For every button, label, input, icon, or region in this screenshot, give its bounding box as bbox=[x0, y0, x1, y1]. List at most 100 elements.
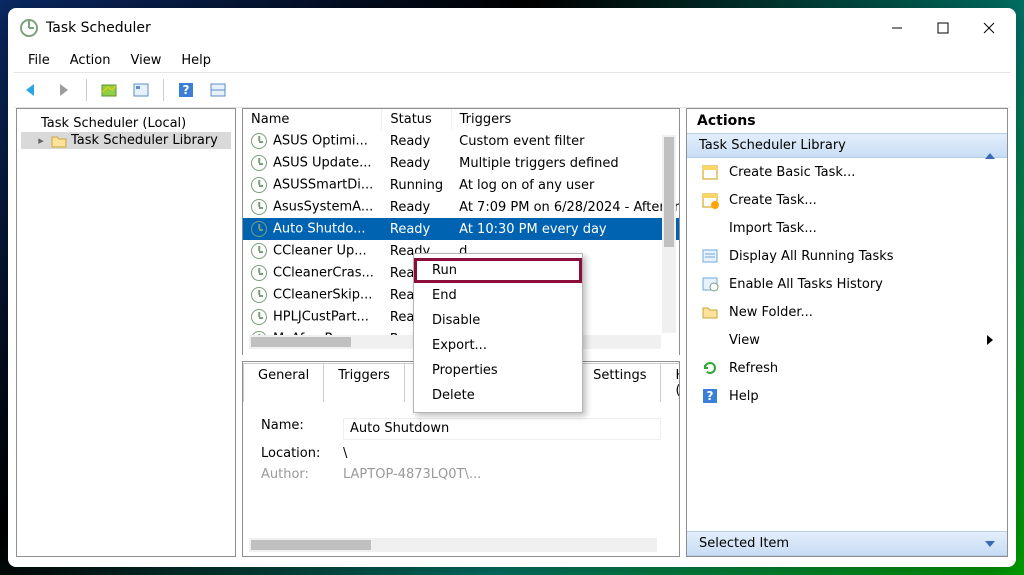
table-row[interactable]: ASUSSmartDi...RunningAt log on of any us… bbox=[243, 174, 680, 196]
action-help[interactable]: ?Help bbox=[687, 382, 1007, 410]
table-row[interactable]: ASUS Optimi... ReadyCustom event filter bbox=[243, 130, 680, 152]
task-triggers: At 7:09 PM on 6/28/2024 - After trigg bbox=[451, 196, 680, 218]
refresh-icon bbox=[701, 359, 719, 377]
toolbar: ? bbox=[8, 73, 1016, 107]
clock-icon bbox=[251, 155, 267, 171]
task-status: Ready bbox=[382, 196, 451, 218]
blank-icon bbox=[701, 331, 719, 349]
tab-general[interactable]: General bbox=[243, 363, 324, 402]
task-name: AsusSystemA... bbox=[273, 200, 373, 215]
action-enable-all-tasks-history[interactable]: Enable All Tasks History bbox=[687, 270, 1007, 298]
actions-section-label: Selected Item bbox=[699, 536, 789, 551]
help-icon: ? bbox=[701, 387, 719, 405]
chevron-right-icon bbox=[987, 335, 993, 345]
clock-icon bbox=[251, 287, 267, 303]
task-triggers: At 10:30 PM every day bbox=[451, 218, 680, 240]
task-status: Ready bbox=[382, 218, 451, 240]
action-label: View bbox=[729, 333, 760, 348]
detail-name-value[interactable]: Auto Shutdown bbox=[343, 418, 661, 440]
detail-name-label: Name: bbox=[261, 418, 343, 440]
menu-action[interactable]: Action bbox=[60, 51, 121, 70]
menu-help[interactable]: Help bbox=[171, 51, 221, 70]
table-row[interactable]: AsusSystemA... ReadyAt 7:09 PM on 6/28/20… bbox=[243, 196, 680, 218]
help-button[interactable]: ? bbox=[172, 77, 200, 103]
col-status[interactable]: Status bbox=[382, 109, 451, 130]
actions-pane: Actions Task Scheduler Library Create Ba… bbox=[686, 108, 1008, 557]
ctx-run[interactable]: Run bbox=[414, 258, 582, 283]
action-label: Display All Running Tasks bbox=[729, 249, 894, 264]
menu-file[interactable]: File bbox=[18, 51, 60, 70]
details-horizontal-scrollbar[interactable] bbox=[249, 538, 657, 552]
vertical-scrollbar[interactable] bbox=[662, 135, 676, 333]
ctx-disable[interactable]: Disable bbox=[414, 308, 582, 333]
svg-text:?: ? bbox=[707, 389, 714, 403]
actions-section-selected[interactable]: Selected Item bbox=[687, 531, 1007, 556]
table-row[interactable]: ASUS Update...ReadyMultiple triggers def… bbox=[243, 152, 680, 174]
close-button[interactable] bbox=[966, 12, 1012, 44]
detail-location-value: \ bbox=[343, 446, 347, 461]
tree-root[interactable]: Task Scheduler (Local) bbox=[21, 115, 231, 132]
clock-icon bbox=[23, 117, 37, 131]
tree-library-label: Task Scheduler Library bbox=[71, 133, 218, 148]
task-status: Ready bbox=[382, 152, 451, 174]
detail-author-label: Author: bbox=[261, 467, 343, 482]
back-button[interactable] bbox=[18, 77, 46, 103]
task-name: ASUS Update... bbox=[273, 156, 372, 171]
ctx-properties[interactable]: Properties bbox=[414, 358, 582, 383]
tree-library[interactable]: ▸ Task Scheduler Library bbox=[21, 132, 231, 149]
chevron-right-icon: ▸ bbox=[35, 134, 47, 147]
clock-icon bbox=[251, 199, 267, 215]
forward-button[interactable] bbox=[50, 77, 78, 103]
minimize-button[interactable] bbox=[874, 12, 920, 44]
list-icon bbox=[701, 247, 719, 265]
tab-settings[interactable]: Settings bbox=[578, 363, 661, 402]
action-label: New Folder... bbox=[729, 305, 813, 320]
menu-view[interactable]: View bbox=[120, 51, 171, 70]
action-label: Enable All Tasks History bbox=[729, 277, 883, 292]
table-row[interactable]: Auto Shutdo...ReadyAt 10:30 PM every day bbox=[243, 218, 680, 240]
col-triggers[interactable]: Triggers bbox=[451, 109, 680, 130]
toolbar-btn-1[interactable] bbox=[95, 77, 123, 103]
tree-root-label: Task Scheduler (Local) bbox=[41, 116, 186, 131]
calendar-icon bbox=[701, 163, 719, 181]
col-name[interactable]: Name bbox=[243, 109, 382, 130]
app-window: Task Scheduler File Action View Help ? T… bbox=[8, 8, 1016, 567]
toolbar-separator bbox=[163, 79, 164, 101]
ctx-end[interactable]: End bbox=[414, 283, 582, 308]
action-create-task[interactable]: Create Task... bbox=[687, 186, 1007, 214]
tab-triggers[interactable]: Triggers bbox=[323, 363, 405, 402]
action-label: Refresh bbox=[729, 361, 778, 376]
ctx-delete[interactable]: Delete bbox=[414, 383, 582, 408]
window-title: Task Scheduler bbox=[46, 20, 151, 36]
actions-section-label: Task Scheduler Library bbox=[699, 138, 846, 153]
ctx-export[interactable]: Export... bbox=[414, 333, 582, 358]
maximize-button[interactable] bbox=[920, 12, 966, 44]
chevron-down-icon bbox=[985, 541, 995, 547]
clock-icon bbox=[701, 275, 719, 293]
action-display-all-running-tasks[interactable]: Display All Running Tasks bbox=[687, 242, 1007, 270]
actions-section-library[interactable]: Task Scheduler Library bbox=[687, 133, 1007, 158]
action-import-task[interactable]: Import Task... bbox=[687, 214, 1007, 242]
task-name: ASUS Optimi... bbox=[273, 134, 368, 149]
toolbar-separator bbox=[86, 79, 87, 101]
tree-pane: Task Scheduler (Local) ▸ Task Scheduler … bbox=[16, 108, 236, 557]
svg-text:?: ? bbox=[183, 83, 190, 97]
action-create-basic-task[interactable]: Create Basic Task... bbox=[687, 158, 1007, 186]
action-view[interactable]: View bbox=[687, 326, 1007, 354]
clock-icon bbox=[251, 221, 267, 237]
chevron-up-icon bbox=[985, 138, 995, 153]
task-status: Running bbox=[382, 174, 451, 196]
app-icon bbox=[20, 19, 38, 37]
calendar2-icon bbox=[701, 191, 719, 209]
titlebar: Task Scheduler bbox=[8, 8, 1016, 48]
action-refresh[interactable]: Refresh bbox=[687, 354, 1007, 382]
toolbar-btn-2[interactable] bbox=[127, 77, 155, 103]
clock-icon bbox=[251, 265, 267, 281]
task-triggers: Custom event filter bbox=[451, 130, 680, 152]
action-label: Import Task... bbox=[729, 221, 817, 236]
toolbar-btn-4[interactable] bbox=[204, 77, 232, 103]
action-new-folder[interactable]: New Folder... bbox=[687, 298, 1007, 326]
task-status: Ready bbox=[382, 130, 451, 152]
task-name: CCleaner Up... bbox=[273, 244, 367, 259]
tab-history[interactable]: History ( bbox=[660, 363, 680, 402]
